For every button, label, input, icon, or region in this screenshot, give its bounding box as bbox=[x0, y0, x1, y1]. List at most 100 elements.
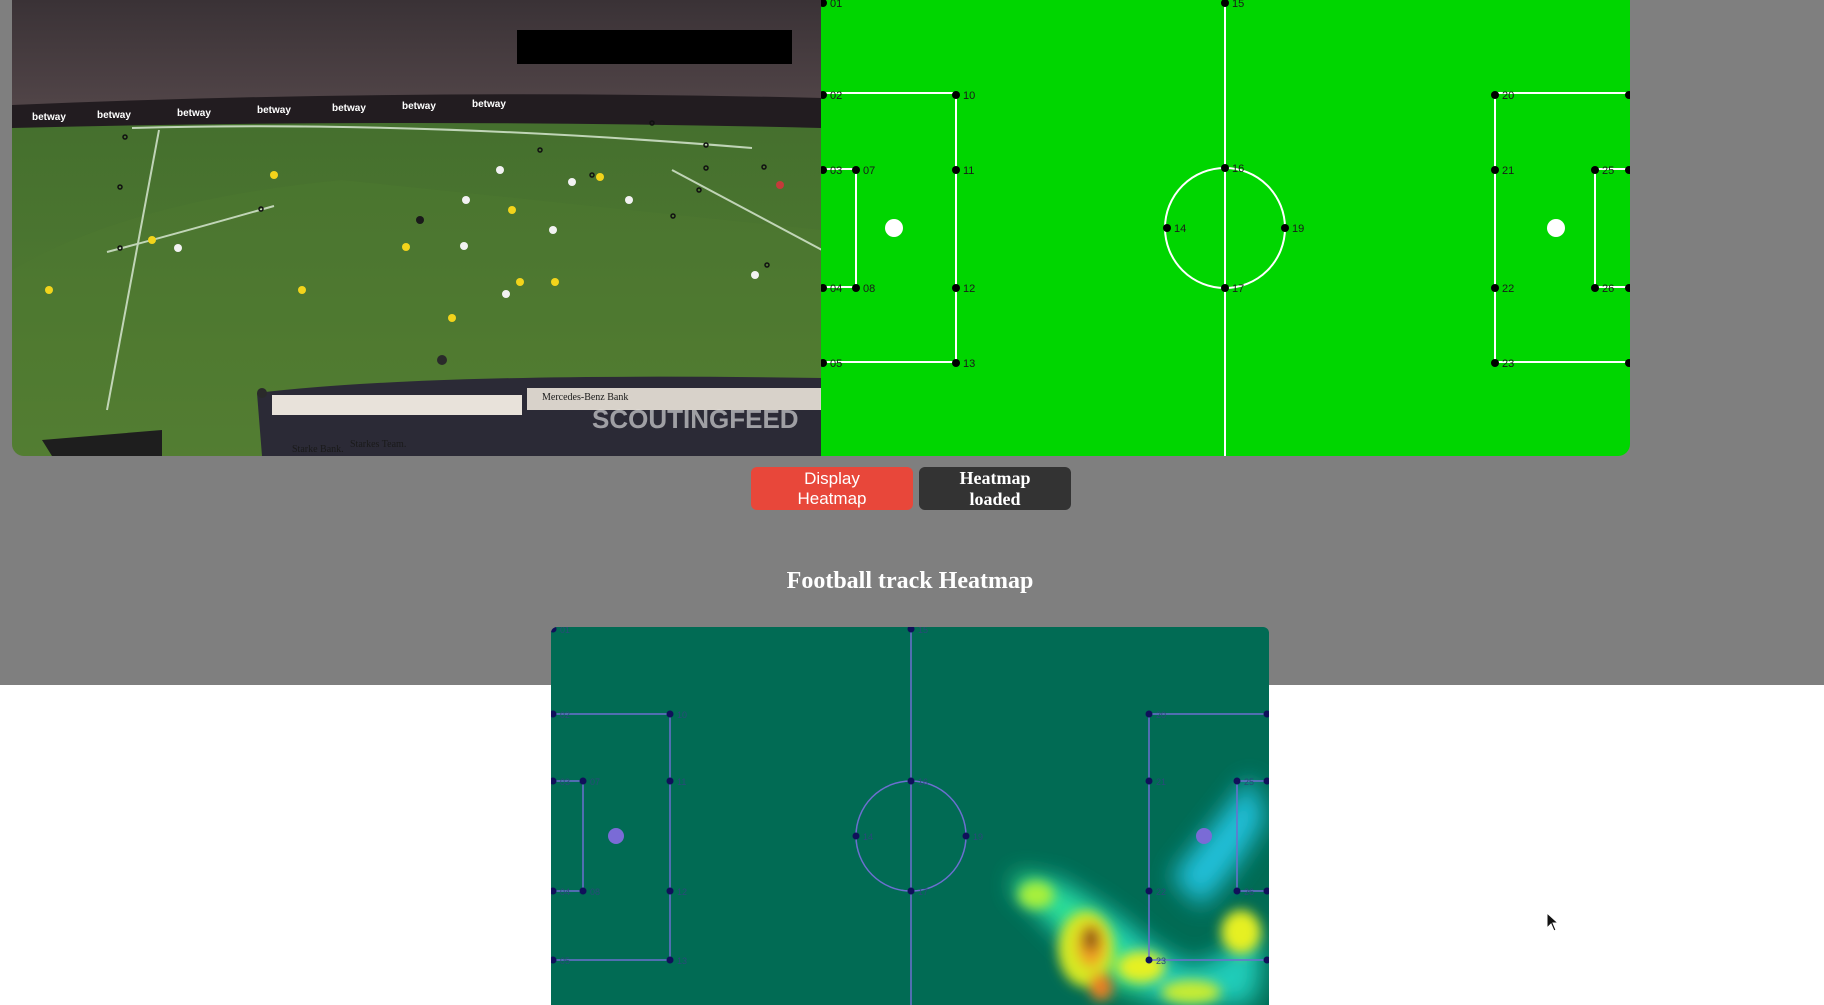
cursor-arrow-icon bbox=[1546, 911, 1560, 932]
pitch-keypoint bbox=[1221, 164, 1229, 172]
pitch-keypoint-label: 20 bbox=[1502, 90, 1514, 102]
pitch-keypoint-label: 16 bbox=[918, 777, 928, 787]
heatmap-section-title: Football track Heatmap bbox=[786, 568, 1034, 594]
pitch-keypoint-label: 19 bbox=[1292, 223, 1304, 235]
pitch-keypoint bbox=[907, 777, 915, 785]
pitch-keypoint-label: 17 bbox=[918, 887, 928, 897]
mouse-cursor bbox=[1546, 911, 1560, 939]
pitch-keypoint-label: 08 bbox=[863, 283, 875, 295]
pitch-keypoint bbox=[852, 166, 860, 174]
pitch-keypoint bbox=[952, 284, 960, 292]
pitch-keypoint-label: 07 bbox=[863, 165, 875, 177]
pitch-keypoint bbox=[1221, 0, 1229, 7]
board-text: betway bbox=[32, 112, 66, 123]
pitch-keypoint-label: 03 bbox=[560, 777, 570, 787]
display-heatmap-button[interactable]: Display Heatmap bbox=[751, 467, 913, 510]
pitch-keypoint-label: 12 bbox=[677, 887, 687, 897]
pitch-keypoint-label: 04 bbox=[560, 887, 570, 897]
board-text: Mercedes-Benz Bank bbox=[542, 392, 628, 403]
board-text: betway bbox=[402, 101, 436, 112]
board-text: Starkes Team. bbox=[350, 439, 406, 450]
pitch-keypoint-label: 21 bbox=[1156, 777, 1166, 787]
pitch-keypoint-label: 25 bbox=[1602, 165, 1614, 177]
heatmap-status-button[interactable]: Heatmap loaded bbox=[919, 467, 1071, 510]
video-watermark: SCOUTINGFEED bbox=[592, 404, 799, 434]
board-text: betway bbox=[472, 99, 506, 110]
pitch-keypoint bbox=[1233, 887, 1241, 895]
heatmap-view: 01 02 03 04 05 07 08 10 11 12 13 14 15 16 17 19 20 21 22 23… bbox=[551, 627, 1269, 1005]
pitch-keypoint bbox=[821, 359, 827, 367]
pitch-keypoint bbox=[1145, 710, 1153, 718]
pitch-keypoint bbox=[666, 956, 674, 964]
pitch-keypoint-label: 02 bbox=[560, 710, 570, 720]
pitch-keypoint bbox=[1625, 359, 1630, 367]
pitch-keypoint-label: 26 bbox=[1244, 887, 1254, 897]
tactical-pitch-view: 01 02 03 04 05 07 08 10 11 12 13 14 15 16 17 19 20 21 22 23… bbox=[821, 0, 1630, 456]
pitch-keypoint-label: 03 bbox=[830, 165, 842, 177]
pitch-keypoint bbox=[852, 832, 860, 840]
pitch-keypoint bbox=[1145, 956, 1153, 964]
pitch-keypoint-label: 10 bbox=[963, 90, 975, 102]
pitch-keypoint bbox=[821, 284, 827, 292]
pitch-keypoint-label: 14 bbox=[863, 832, 873, 842]
pitch-keypoint bbox=[1491, 284, 1499, 292]
board-text: betway bbox=[332, 103, 366, 114]
pitch-keypoint-label: 20 bbox=[1156, 710, 1166, 720]
pitch-keypoint-label: 08 bbox=[590, 887, 600, 897]
pitch-keypoint bbox=[1163, 224, 1171, 232]
pitch-keypoint bbox=[1281, 224, 1289, 232]
pitch-keypoint-label: 10 bbox=[677, 710, 687, 720]
pitch-keypoint bbox=[1591, 166, 1599, 174]
pitch-keypoint-label: 11 bbox=[677, 777, 686, 787]
pitch-keypoint-label: 05 bbox=[560, 956, 570, 966]
pitch-keypoint bbox=[666, 710, 674, 718]
pitch-keypoint-label: 12 bbox=[963, 283, 975, 295]
pitch-keypoint bbox=[1625, 166, 1630, 174]
pitch-keypoint bbox=[962, 832, 970, 840]
pitch-keypoint bbox=[1491, 359, 1499, 367]
ball-track-heatmap: 01 02 03 04 05 07 08 10 11 12 13 14 15 16 17 19 20 21 22 23… bbox=[551, 627, 1269, 1005]
pitch-keypoint bbox=[1233, 777, 1241, 785]
pitch-keypoint-label: 21 bbox=[1502, 165, 1514, 177]
pitch-keypoint-label: 13 bbox=[677, 956, 687, 966]
pitch-keypoint-label: 01 bbox=[830, 0, 842, 10]
pitch-keypoint bbox=[666, 887, 674, 895]
pitch-keypoint bbox=[852, 284, 860, 292]
pitch-keypoint-label: 26 bbox=[1602, 283, 1614, 295]
pitch-keypoint bbox=[907, 887, 915, 895]
pitch-keypoint-label: 15 bbox=[1232, 0, 1244, 10]
pitch-keypoint bbox=[1491, 91, 1499, 99]
board-text: Starke Bank. bbox=[292, 444, 344, 455]
heatmap-controls: Display Heatmap Heatmap loaded bbox=[751, 467, 1071, 510]
pitch-keypoint-label: 17 bbox=[1232, 283, 1244, 295]
pitch-keypoint bbox=[1221, 284, 1229, 292]
pitch-keypoint-label: 19 bbox=[973, 832, 983, 842]
board-text: betway bbox=[257, 105, 291, 116]
pitch-keypoint-label: 23 bbox=[1502, 358, 1514, 370]
pitch-keypoint bbox=[666, 777, 674, 785]
pitch-keypoint bbox=[1491, 166, 1499, 174]
broadcast-frame-image: betway betway betway betway betway betwa… bbox=[12, 0, 822, 456]
pitch-keypoint bbox=[952, 91, 960, 99]
pitch-keypoint bbox=[952, 166, 960, 174]
pitch-keypoint bbox=[952, 359, 960, 367]
pitch-keypoint-label: 07 bbox=[590, 777, 600, 787]
pitch-keypoint bbox=[579, 887, 587, 895]
board-text: betway bbox=[97, 110, 131, 121]
pitch-keypoint bbox=[579, 777, 587, 785]
pitch-keypoint-label: 22 bbox=[1156, 887, 1166, 897]
board-text: betway bbox=[177, 108, 211, 119]
pitch-keypoint bbox=[1145, 777, 1153, 785]
pitch-keypoint bbox=[1591, 284, 1599, 292]
pitch-keypoint-label: 22 bbox=[1502, 283, 1514, 295]
pitch-keypoints-diagram: 01 02 03 04 05 07 08 10 11 12 13 14 15 16 17 19 20 21 22 23… bbox=[821, 0, 1630, 456]
pitch-keypoint bbox=[1145, 887, 1153, 895]
pitch-keypoint-label: 23 bbox=[1156, 956, 1166, 966]
pitch-keypoint bbox=[821, 0, 827, 7]
pitch-keypoint-label: 11 bbox=[963, 165, 974, 177]
video-frame: betway betway betway betway betway betwa… bbox=[12, 0, 822, 456]
pitch-keypoint-label: 01 bbox=[560, 627, 570, 635]
pitch-keypoint-label: 04 bbox=[830, 283, 842, 295]
pitch-keypoint-label: 25 bbox=[1244, 777, 1254, 787]
pitch-keypoint bbox=[821, 166, 827, 174]
